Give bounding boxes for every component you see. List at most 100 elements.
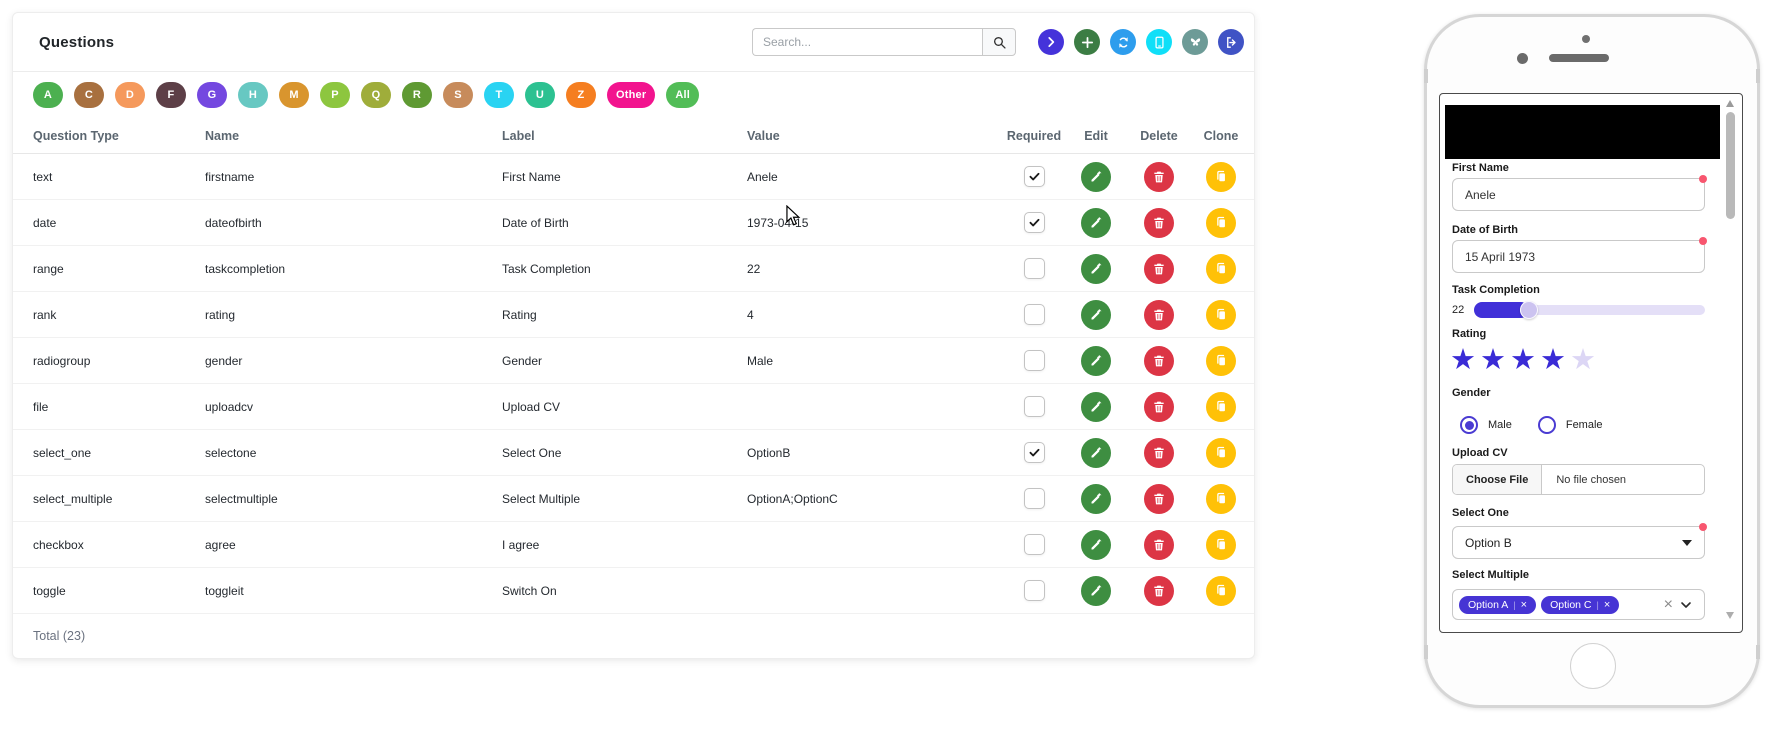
star-icon[interactable]: ★ <box>1540 344 1570 376</box>
male-radio[interactable] <box>1460 416 1478 434</box>
delete-button[interactable] <box>1144 529 1174 560</box>
required-checkbox[interactable] <box>1023 258 1045 279</box>
filter-badge-r[interactable]: R <box>402 82 432 108</box>
clone-button[interactable] <box>1206 391 1236 422</box>
clone-button[interactable] <box>1206 299 1236 330</box>
delete-button[interactable] <box>1144 575 1174 606</box>
filter-badge-other[interactable]: Other <box>607 82 656 108</box>
chip-remove-icon[interactable]: × <box>1521 599 1527 611</box>
gender-label: Gender <box>1452 387 1491 399</box>
filter-badge-all[interactable]: All <box>666 82 699 108</box>
star-icon[interactable]: ★ <box>1510 344 1540 376</box>
required-checkbox[interactable] <box>1023 488 1045 509</box>
clear-all-icon[interactable]: × <box>1664 596 1673 613</box>
clone-button[interactable] <box>1206 345 1236 376</box>
required-checkbox[interactable] <box>1023 350 1045 371</box>
cell-value: 22 <box>747 261 761 276</box>
delete-button[interactable] <box>1144 483 1174 514</box>
delete-button[interactable] <box>1144 299 1174 330</box>
cell-question-type: range <box>33 261 64 276</box>
edit-button[interactable] <box>1081 483 1111 514</box>
antenna-line <box>1424 69 1428 83</box>
clone-button[interactable] <box>1206 483 1236 514</box>
clone-button[interactable] <box>1206 161 1236 192</box>
required-checkbox[interactable] <box>1023 534 1045 555</box>
star-icon[interactable]: ★ <box>1570 344 1600 376</box>
filter-badge-u[interactable]: U <box>525 82 555 108</box>
scroll-down-icon[interactable] <box>1726 612 1734 619</box>
table-row: radiogroup gender Gender Male <box>13 338 1254 384</box>
clone-button[interactable] <box>1206 529 1236 560</box>
chip-remove-icon[interactable]: × <box>1604 599 1610 611</box>
col-edit: Edit <box>1084 128 1108 143</box>
refresh-icon <box>1116 35 1131 50</box>
edit-button[interactable] <box>1081 575 1111 606</box>
required-checkbox[interactable] <box>1023 580 1045 601</box>
table-header: Question Type Name Label Value Required … <box>13 118 1254 154</box>
tablet-icon <box>1152 35 1167 50</box>
add-button[interactable] <box>1074 29 1100 55</box>
delete-button[interactable] <box>1144 207 1174 238</box>
slider-track[interactable] <box>1474 301 1705 319</box>
first-name-input[interactable] <box>1452 178 1705 211</box>
search-input[interactable] <box>752 28 982 56</box>
filter-badge-z[interactable]: Z <box>566 82 596 108</box>
choose-file-button[interactable]: Choose File <box>1453 465 1543 494</box>
dob-input[interactable] <box>1452 240 1705 273</box>
scroll-up-icon[interactable] <box>1726 100 1734 107</box>
copy-icon <box>1214 537 1229 552</box>
rating-stars[interactable]: ★★★★★ <box>1450 342 1600 377</box>
clone-button[interactable] <box>1206 575 1236 606</box>
filter-badge-a[interactable]: A <box>33 82 63 108</box>
delete-button[interactable] <box>1144 161 1174 192</box>
star-icon[interactable]: ★ <box>1480 344 1510 376</box>
select-one-dropdown[interactable]: Option B <box>1452 526 1705 559</box>
filter-badge-g[interactable]: G <box>197 82 227 108</box>
edit-button[interactable] <box>1081 299 1111 330</box>
clone-button[interactable] <box>1206 207 1236 238</box>
clone-button[interactable] <box>1206 437 1236 468</box>
edit-button[interactable] <box>1081 391 1111 422</box>
required-checkbox[interactable] <box>1023 442 1045 463</box>
required-checkbox[interactable] <box>1023 212 1045 233</box>
select-multiple-input[interactable]: Option A | × Option C | × × <box>1452 589 1705 620</box>
filter-badge-c[interactable]: C <box>74 82 104 108</box>
required-checkbox[interactable] <box>1023 166 1045 187</box>
panel-header: Questions <box>13 13 1254 71</box>
edit-button[interactable] <box>1081 161 1111 192</box>
trash-icon <box>1152 584 1166 598</box>
go-next-button[interactable] <box>1038 29 1064 55</box>
dob-label: Date of Birth <box>1452 224 1518 236</box>
filter-badge-s[interactable]: S <box>443 82 473 108</box>
delete-button[interactable] <box>1144 253 1174 284</box>
female-radio[interactable] <box>1537 416 1556 434</box>
filter-badge-t[interactable]: T <box>484 82 514 108</box>
star-icon[interactable]: ★ <box>1450 344 1480 376</box>
antenna-line <box>1756 645 1760 659</box>
scrollbar-thumb[interactable] <box>1726 112 1735 219</box>
slider-thumb[interactable] <box>1520 301 1539 319</box>
delete-button[interactable] <box>1144 437 1174 468</box>
required-checkbox[interactable] <box>1023 396 1045 417</box>
refresh-button[interactable] <box>1110 29 1136 55</box>
filter-badge-q[interactable]: Q <box>361 82 391 108</box>
delete-button[interactable] <box>1144 391 1174 422</box>
search-button[interactable] <box>982 28 1016 56</box>
filter-badge-f[interactable]: F <box>156 82 186 108</box>
filter-badge-m[interactable]: M <box>279 82 309 108</box>
bluesky-button[interactable] <box>1182 29 1208 55</box>
exit-button[interactable] <box>1218 29 1244 55</box>
filter-badge-h[interactable]: H <box>238 82 268 108</box>
edit-button[interactable] <box>1081 253 1111 284</box>
filter-badge-d[interactable]: D <box>115 82 145 108</box>
delete-button[interactable] <box>1144 345 1174 376</box>
filter-badge-p[interactable]: P <box>320 82 350 108</box>
device-button[interactable] <box>1146 29 1172 55</box>
chevron-down-icon[interactable] <box>1678 597 1694 613</box>
edit-button[interactable] <box>1081 437 1111 468</box>
edit-button[interactable] <box>1081 207 1111 238</box>
required-checkbox[interactable] <box>1023 304 1045 325</box>
edit-button[interactable] <box>1081 345 1111 376</box>
clone-button[interactable] <box>1206 253 1236 284</box>
edit-button[interactable] <box>1081 529 1111 560</box>
